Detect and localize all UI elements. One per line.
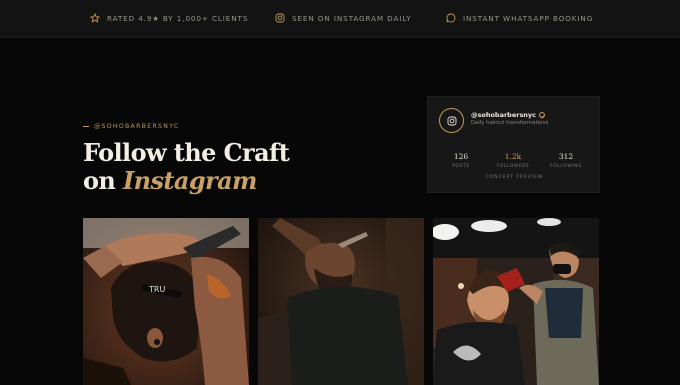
barber-trimming-beard-photo[interactable] [258,218,424,385]
trust-whatsapp-text: INSTANT WHATSAPP BOOKING [463,13,594,23]
barber-blow-drying-hair-photo[interactable] [433,218,599,385]
trust-bar: RATED 4.9★ BY 1,000+ CLIENTS SEEN ON INS… [0,0,680,38]
profile-avatar [439,108,464,133]
star-icon [90,13,100,23]
profile-handle-text: @sohobarbersnyc [471,111,537,119]
trust-item-whatsapp: INSTANT WHATSAPP BOOKING [446,13,593,23]
barber-shaving-neck-photo[interactable]: TRU [83,218,249,385]
photo-2-image [258,218,424,385]
profile-handle: @sohobarbersnyc [471,111,546,119]
stat-following-value: 312 [558,152,574,161]
title-line-1: Follow the Craft [83,138,290,167]
svg-text:TRU: TRU [148,285,165,294]
title-line-2: on Instagram [83,167,289,195]
stat-following-label: FOLLOWING [550,164,582,169]
photo-3-image [433,218,599,385]
instagram-icon [447,116,456,125]
photo-1-image: TRU [83,218,249,385]
title-prefix: on [83,166,124,195]
stat-following: 312 FOLLOWING [546,152,586,169]
instagram-profile-card[interactable]: @sohobarbersnyc Daily haircut transforma… [427,96,600,193]
stat-followers-label: FOLLOWERS [496,164,530,169]
concept-preview-label: CONCEPT PREVIEW [485,175,544,180]
stat-posts: 126 POSTS [441,152,481,169]
trust-item-instagram: SEEN ON INSTAGRAM DAILY [275,13,412,23]
profile-bio: Daily haircut transformations [471,120,549,126]
verified-check-icon [539,112,546,118]
stat-followers: 1.2k FOLLOWERS [493,152,533,169]
section-title: Follow the Craft on Instagram [83,138,290,195]
chat-bubble-icon [446,13,456,23]
title-accent: Instagram [123,166,257,195]
trust-item-rating: RATED 4.9★ BY 1,000+ CLIENTS [90,13,248,23]
section-eyebrow: @SOHOBARBERSNYC [83,123,180,130]
instagram-icon [275,13,285,23]
stat-followers-value: 1.2k [504,152,522,161]
eyebrow-dash [83,126,89,127]
stat-posts-label: POSTS [452,164,470,169]
trust-instagram-text: SEEN ON INSTAGRAM DAILY [292,13,412,23]
stat-posts-value: 126 [453,152,469,161]
eyebrow-handle[interactable]: @SOHOBARBERSNYC [94,123,180,130]
trust-rating-text: RATED 4.9★ BY 1,000+ CLIENTS [107,13,249,23]
